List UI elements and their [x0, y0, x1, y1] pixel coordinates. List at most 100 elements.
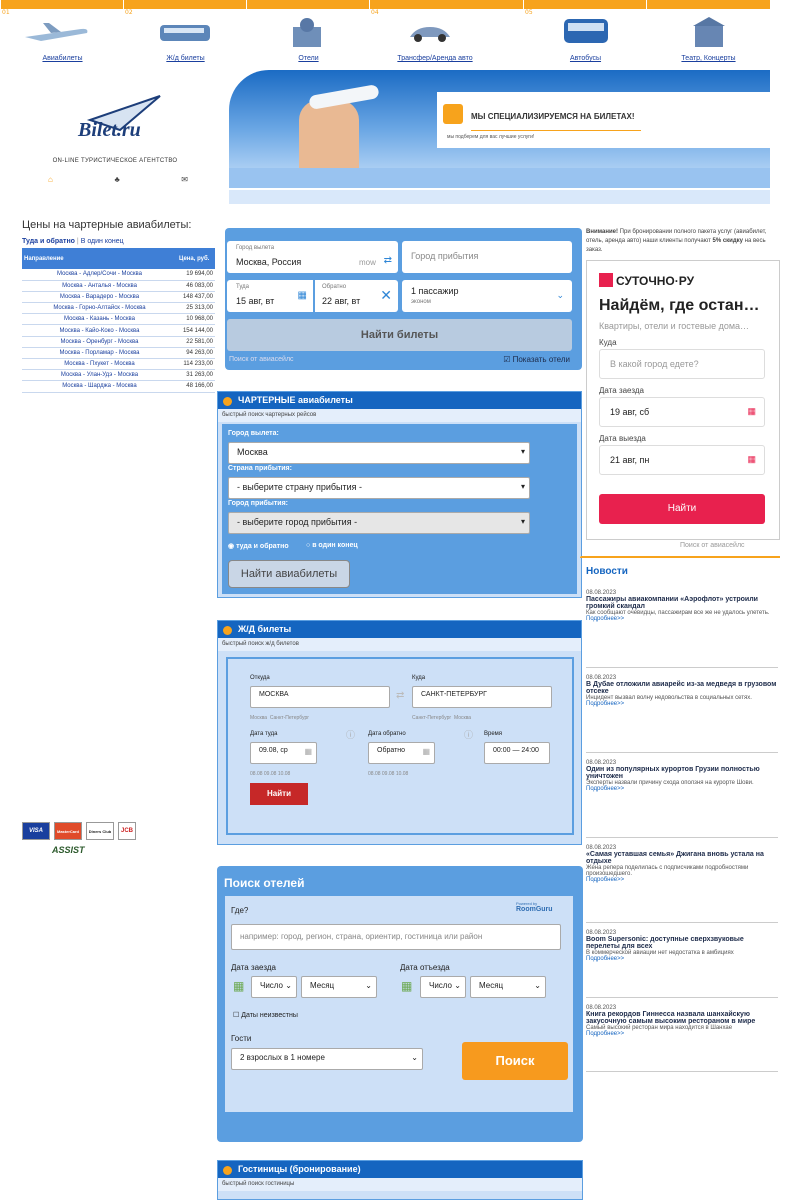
- rail-from-label: Откуда: [250, 675, 270, 681]
- sutochno-find-button[interactable]: Найти: [599, 494, 765, 524]
- nav-item-transfer[interactable]: 04 Трансфер/Аренда авто: [369, 0, 492, 62]
- news-more-link[interactable]: Подробнее>>: [586, 786, 778, 792]
- nav-item-theatre[interactable]: Театр, Концерты: [646, 0, 769, 62]
- nav-item-rail[interactable]: 02 Ж/д билеты: [123, 0, 246, 62]
- charter-price-row[interactable]: Москва - Пхукет - Москва 114 233,00: [22, 358, 215, 371]
- show-hotels-checkbox[interactable]: ☑ Показать отели: [503, 355, 570, 364]
- find-tickets-button[interactable]: Найти билеты: [227, 319, 572, 351]
- radio-round-trip[interactable]: ◉ туда и обратно: [228, 542, 289, 550]
- nav-item-avia[interactable]: 01 Авиабилеты: [0, 0, 123, 62]
- unknown-dates-checkbox[interactable]: ☐ Даты неизвестны: [233, 1011, 298, 1019]
- date-chip[interactable]: 09.08: [264, 771, 277, 777]
- sutochno-where-input[interactable]: В какой город едете?: [599, 349, 765, 379]
- charter-price-row[interactable]: Москва - Анталья - Москва 46 083,00: [22, 280, 215, 292]
- nav-link-avia[interactable]: Авиабилеты: [1, 55, 124, 62]
- calendar-icon[interactable]: ▦: [233, 979, 244, 993]
- nav-link-theatre[interactable]: Театр, Концерты: [647, 55, 770, 62]
- news-headline[interactable]: В Дубае отложили авиарейс из-за медведя …: [586, 681, 778, 695]
- charter-price-row[interactable]: Москва - Казань - Москва 10 968,00: [22, 313, 215, 326]
- charter-route[interactable]: Москва - Горно-Алтайск - Москва: [22, 302, 177, 315]
- date-chip[interactable]: 10.08: [278, 771, 291, 777]
- home-icon[interactable]: ⌂: [48, 175, 53, 184]
- charter-price-row[interactable]: Москва - Улан-Удэ - Москва 31 263,00: [22, 369, 215, 382]
- radio-one-way[interactable]: ○ в один конец: [306, 542, 358, 549]
- charter-price-row[interactable]: Москва - Адлер/Сочи - Москва 19 694,00: [22, 269, 215, 281]
- news-more-link[interactable]: Подробнее>>: [586, 701, 778, 707]
- rail-from-input[interactable]: МОСКВА: [250, 686, 390, 708]
- swap-icon[interactable]: ⇄: [396, 690, 404, 701]
- hotel-where-input[interactable]: например: город, регион, страна, ориенти…: [231, 924, 561, 950]
- find-charter-button[interactable]: Найти авиабилеты: [228, 560, 350, 588]
- news-headline[interactable]: Boom Supersonic: доступные сверхзвуковые…: [586, 936, 778, 950]
- charter-price-row[interactable]: Москва - Варадеро - Москва 148 437,00: [22, 291, 215, 304]
- news-more-link[interactable]: Подробнее>>: [586, 956, 778, 962]
- return-date-field[interactable]: Обратно 22 авг, вт ✕: [315, 280, 398, 312]
- hotel-search-button[interactable]: Поиск: [462, 1042, 568, 1080]
- charter-route[interactable]: Москва - Варадеро - Москва: [22, 291, 177, 304]
- rail-return-input[interactable]: Обратно ▦: [368, 742, 435, 764]
- charter-price-row[interactable]: Москва - Кайо-Коко - Москва 154 144,00: [22, 324, 215, 337]
- nav-item-bus[interactable]: 05 Автобусы: [523, 0, 646, 62]
- charter-price-row[interactable]: Москва - Горно-Алтайск - Москва 25 313,00: [22, 302, 215, 315]
- charter-route[interactable]: Москва - Шарджа - Москва: [22, 380, 177, 393]
- news-more-link[interactable]: Подробнее>>: [586, 877, 778, 883]
- nav-link-bus[interactable]: Автобусы: [524, 55, 647, 62]
- nav-link-transfer[interactable]: Трансфер/Аренда авто: [370, 55, 500, 62]
- news-headline[interactable]: Книга рекордов Гиннесса назвала шанхайск…: [586, 1011, 778, 1025]
- sutochno-in-input[interactable]: 19 авг, сб ▦: [599, 397, 765, 427]
- hotel-guests-select[interactable]: 2 взрослых в 1 номере ⌄: [231, 1048, 423, 1070]
- passengers-field[interactable]: 1 пассажир эконом ⌄: [402, 280, 572, 312]
- charter-from-select[interactable]: Москва ▾: [228, 442, 530, 464]
- charter-country-select[interactable]: - выберите страну прибытия - ▾: [228, 477, 530, 499]
- news-title: Новости: [586, 566, 628, 577]
- charter-price-row[interactable]: Москва - Шарджа - Москва 48 166,00: [22, 380, 215, 393]
- nav-number: 01: [2, 9, 10, 16]
- news-headline[interactable]: «Самая уставшая семья» Джигана вновь уст…: [586, 851, 778, 865]
- sitemap-icon[interactable]: ♣: [114, 175, 119, 184]
- tab-round-trip[interactable]: Туда и обратно: [22, 238, 75, 245]
- rail-to-input[interactable]: САНКТ-ПЕТЕРБУРГ: [412, 686, 552, 708]
- charter-route[interactable]: Москва - Оренбург - Москва: [22, 336, 177, 348]
- date-chip[interactable]: 09.08: [382, 771, 395, 777]
- rail-time-input[interactable]: 00:00 — 24:00: [484, 742, 550, 764]
- news-more-link[interactable]: Подробнее>>: [586, 616, 778, 622]
- nav-item-hotels[interactable]: Отели: [246, 0, 369, 62]
- from-field[interactable]: Город вылета Москва, Россия mow ⇄: [227, 241, 398, 273]
- charter-route[interactable]: Москва - Адлер/Сочи - Москва: [22, 269, 177, 281]
- rail-from-hint[interactable]: Санкт-Петербург: [270, 715, 309, 721]
- charter-route[interactable]: Москва - Казань - Москва: [22, 313, 177, 326]
- hotel-checkin-day[interactable]: Число ⌄: [251, 976, 297, 998]
- tab-one-way[interactable]: В один конец: [81, 238, 124, 245]
- clear-icon[interactable]: ✕: [380, 287, 392, 304]
- calendar-icon[interactable]: ▦: [401, 979, 412, 993]
- swap-icon[interactable]: ⇄: [384, 255, 392, 266]
- rail-to-hint[interactable]: Москва: [454, 715, 471, 721]
- charter-route[interactable]: Москва - Улан-Удэ - Москва: [22, 369, 177, 382]
- news-more-link[interactable]: Подробнее>>: [586, 1031, 778, 1037]
- rail-depart-input[interactable]: 09.08, ср ▦: [250, 742, 317, 764]
- nav-link-hotels[interactable]: Отели: [247, 55, 370, 62]
- news-headline[interactable]: Один из популярных курортов Грузии полно…: [586, 766, 778, 780]
- date-chip[interactable]: 10.08: [396, 771, 409, 777]
- charter-route[interactable]: Москва - Кайо-Коко - Москва: [22, 324, 177, 337]
- rail-from-hint[interactable]: Москва: [250, 715, 267, 721]
- charter-price-row[interactable]: Москва - Порламар - Москва 94 263,00: [22, 347, 215, 360]
- charter-route[interactable]: Москва - Порламар - Москва: [22, 347, 177, 360]
- hotel-checkin-month[interactable]: Месяц ⌄: [301, 976, 377, 998]
- charter-city-select[interactable]: - выберите город прибытия - ▾: [228, 512, 530, 534]
- rail-find-button[interactable]: Найти: [250, 783, 308, 805]
- charter-route[interactable]: Москва - Пхукет - Москва: [22, 358, 177, 371]
- date-chip[interactable]: 08.08: [368, 771, 381, 777]
- date-chip[interactable]: 08.08: [250, 771, 263, 777]
- depart-date-field[interactable]: Туда 15 авг, вт ▦: [227, 280, 313, 312]
- rail-to-hint[interactable]: Санкт-Петербург: [412, 715, 451, 721]
- hotel-checkout-month[interactable]: Месяц ⌄: [470, 976, 546, 998]
- hotel-checkout-day[interactable]: Число ⌄: [420, 976, 466, 998]
- mail-icon[interactable]: ✉: [181, 175, 188, 184]
- nav-link-rail[interactable]: Ж/д билеты: [124, 55, 247, 62]
- news-headline[interactable]: Пассажиры авиакомпании «Аэрофлот» устрои…: [586, 596, 778, 610]
- sutochno-out-input[interactable]: 21 авг, пн ▦: [599, 445, 765, 475]
- to-field[interactable]: Город прибытия: [402, 241, 572, 273]
- charter-price-row[interactable]: Москва - Оренбург - Москва 22 581,00: [22, 336, 215, 348]
- charter-route[interactable]: Москва - Анталья - Москва: [22, 280, 177, 292]
